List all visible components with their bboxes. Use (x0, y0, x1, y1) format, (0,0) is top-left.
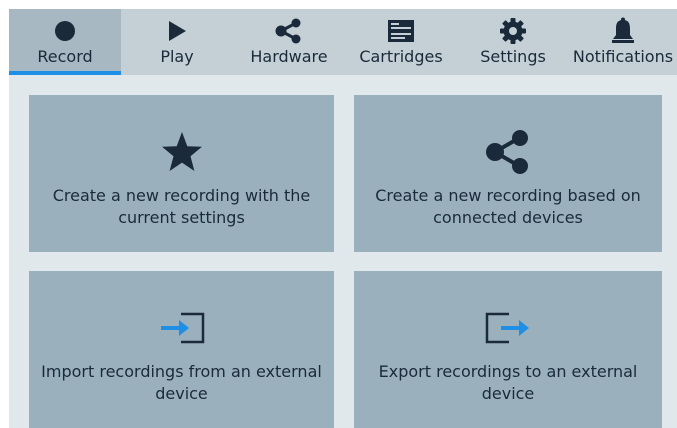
record-app-window: Record Play Hardware Cartridges Settings… (9, 9, 677, 428)
gear-icon (457, 18, 569, 44)
import-icon (29, 311, 334, 345)
bell-icon (569, 17, 677, 44)
tab-settings[interactable]: Settings (457, 9, 569, 75)
card-label: Create a new recording with the current … (52, 186, 311, 227)
card-label: Create a new recording based on connecte… (375, 186, 641, 227)
import-recordings-card[interactable]: Import recordings from an external devic… (29, 271, 334, 428)
play-icon (121, 18, 233, 44)
star-icon (29, 131, 334, 173)
tab-notifications-label: Notifications (572, 47, 674, 66)
cartridges-icon (345, 18, 457, 44)
tab-hardware[interactable]: Hardware (233, 9, 345, 75)
card-label: Import recordings from an external devic… (41, 362, 322, 403)
tab-cartridges[interactable]: Cartridges (345, 9, 457, 75)
tab-record[interactable]: Record (9, 9, 121, 75)
tab-play[interactable]: Play (121, 9, 233, 75)
record-icon (9, 18, 121, 44)
share-icon (354, 129, 662, 175)
tab-notifications[interactable]: Notifications (569, 9, 677, 75)
export-recordings-card[interactable]: Export recordings to an external device (354, 271, 662, 428)
export-icon (354, 311, 662, 345)
card-label: Export recordings to an external device (378, 362, 638, 403)
main-tab-bar: Record Play Hardware Cartridges Settings… (9, 9, 677, 75)
share-icon (233, 18, 345, 44)
create-recording-current-settings-card[interactable]: Create a new recording with the current … (29, 95, 334, 252)
create-recording-connected-devices-card[interactable]: Create a new recording based on connecte… (354, 95, 662, 252)
